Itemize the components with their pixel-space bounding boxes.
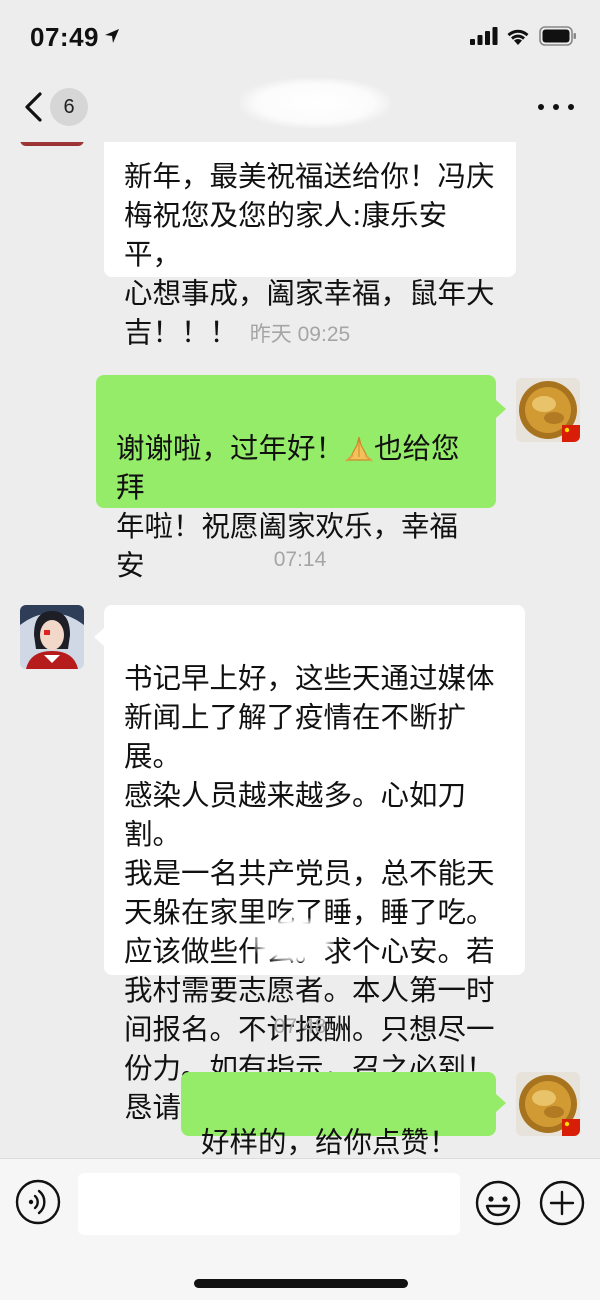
dot xyxy=(553,104,559,110)
bubble-tail xyxy=(496,1094,506,1112)
outgoing-message-bubble[interactable]: 好样的，给你点赞！ xyxy=(181,1072,496,1158)
wifi-icon xyxy=(507,29,529,45)
chat-title-redacted xyxy=(240,78,390,128)
bubble-tail xyxy=(94,628,104,646)
contact-portrait-image xyxy=(20,605,84,669)
back-button[interactable]: 6 xyxy=(18,84,98,128)
message-timestamp: 07:48 xyxy=(273,1015,327,1038)
contact-avatar xyxy=(20,142,84,146)
more-functions-plus-icon[interactable] xyxy=(538,1179,586,1227)
outgoing-message-bubble[interactable]: 谢谢啦，过年好！ 也给您拜 年啦！祝愿阖家欢乐，幸福安 康......！ xyxy=(96,375,496,660)
redaction-blur xyxy=(254,918,334,962)
cellular-signal-icon xyxy=(470,27,498,45)
voice-input-icon[interactable] xyxy=(15,1179,61,1225)
status-time: 07:49 xyxy=(30,22,99,52)
home-indicator xyxy=(194,1279,408,1288)
message-text: 书记早上好，这些天通过媒体 新闻上了解了疫情在不断扩展。 感染人员越来越多。心如… xyxy=(124,662,495,1124)
message-timestamp: 昨天 09:25 xyxy=(249,323,351,346)
message-list[interactable]: 新年，最美祝福送给你！冯庆 梅祝您及您的家人:康乐安平， 心想事成，阖家幸福，鼠… xyxy=(0,142,600,1158)
emoji-picker-icon[interactable] xyxy=(474,1179,522,1227)
incoming-message-bubble[interactable]: 新年，最美祝福送给你！冯庆 梅祝您及您的家人:康乐安平， 心想事成，阖家幸福，鼠… xyxy=(104,142,516,349)
message-text: 谢谢啦，过年好！ xyxy=(116,432,345,465)
amber-bowl-avatar-image xyxy=(516,378,580,442)
dot xyxy=(538,104,544,110)
amber-bowl-avatar-image xyxy=(516,1072,580,1136)
chat-header: 6 xyxy=(0,70,600,142)
unread-count-badge: 6 xyxy=(50,88,88,126)
message-timestamp: 07:14 xyxy=(273,548,327,571)
message-input-bar xyxy=(0,1158,600,1300)
my-avatar[interactable] xyxy=(516,1072,580,1136)
my-avatar[interactable] xyxy=(516,378,580,442)
contact-avatar[interactable] xyxy=(20,605,84,669)
more-options-button[interactable] xyxy=(536,92,576,120)
battery-icon xyxy=(539,26,576,46)
message-text: 好样的，给你点赞！ xyxy=(201,1126,458,1158)
dot xyxy=(568,104,574,110)
back-arrow-icon xyxy=(25,92,42,122)
message-input[interactable] xyxy=(78,1173,460,1235)
location-arrow-icon xyxy=(105,29,119,43)
folded-hands-emoji xyxy=(345,436,373,462)
status-bar: 07:49 xyxy=(0,0,600,70)
bubble-tail xyxy=(496,400,506,418)
